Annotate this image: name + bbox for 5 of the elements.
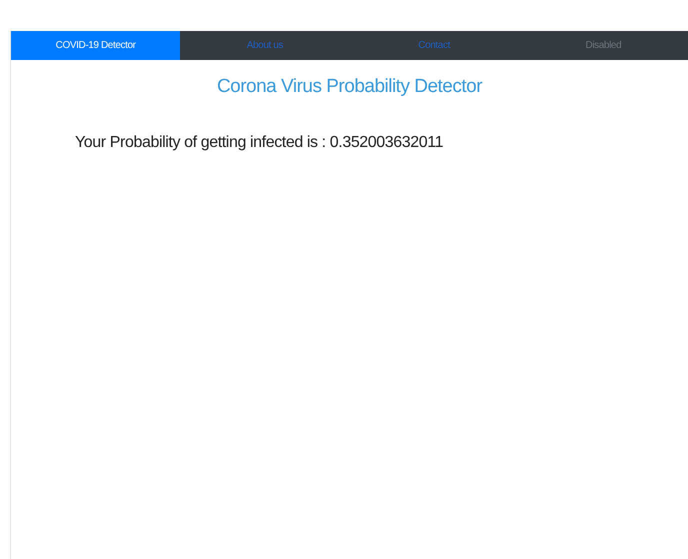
nav-tab[interactable]: COVID-19 Detector bbox=[11, 31, 180, 60]
page-title: Corona Virus Probability Detector bbox=[216, 76, 484, 98]
nav-tab[interactable]: About us bbox=[180, 31, 350, 60]
nav-tab[interactable]: Contact bbox=[350, 31, 519, 60]
result-text: Your Probability of getting infected is : 0.352003632011 bbox=[75, 134, 444, 152]
